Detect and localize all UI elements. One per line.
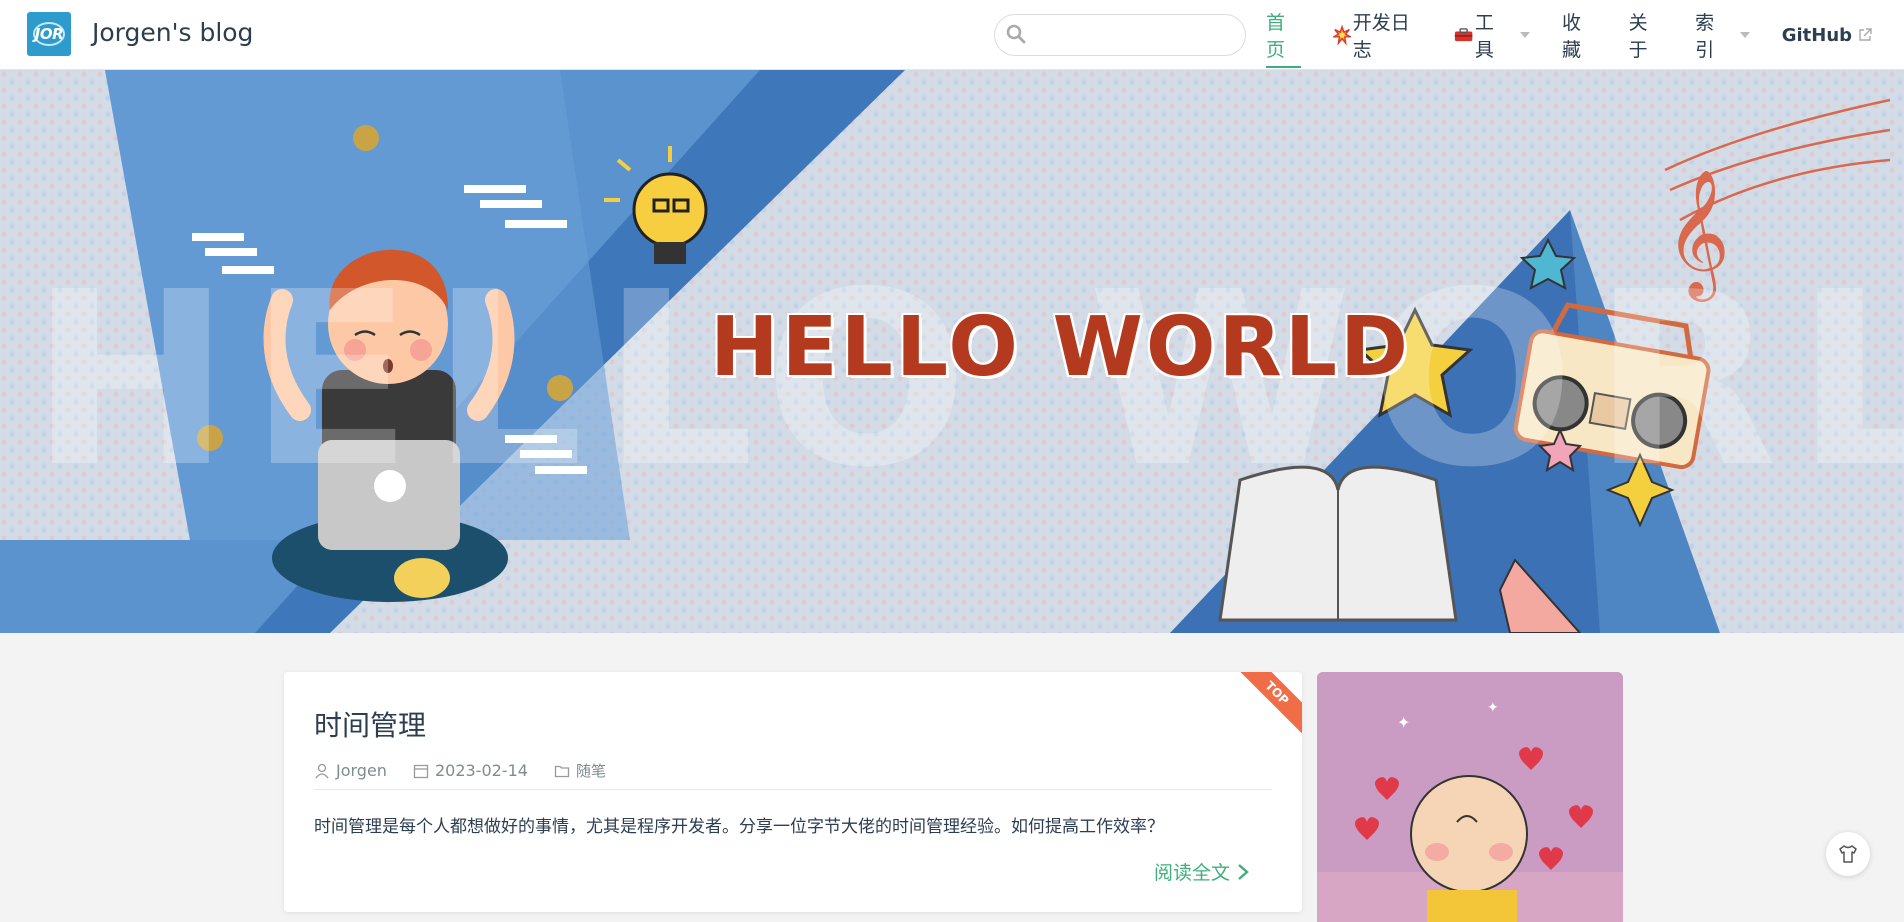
chevron-right-icon [1238, 863, 1249, 880]
user-icon [315, 763, 329, 778]
hero-banner: 𝄞 HELLO WORLD HELLO WORLD [0, 70, 1904, 633]
nav-about[interactable]: 关于 [1629, 0, 1664, 70]
site-logo[interactable]: JOR [27, 12, 71, 56]
post-date: 2023-02-14 [413, 761, 528, 780]
post-meta: Jorgen 2023-02-14 随笔 [314, 760, 632, 781]
nav-tools[interactable]: 工具 [1454, 0, 1531, 70]
sidebar-avatar-card: ✦ ✦ [1317, 672, 1623, 922]
top-badge: TOP [1230, 672, 1302, 740]
calendar-icon [413, 764, 429, 778]
snoopy-charlie-illustration: ✦ ✦ [1317, 672, 1623, 922]
search-icon [1006, 24, 1026, 44]
nav-links: 首页 开发日志 工具 收藏 关于 索引 GitHub [1266, 0, 1904, 70]
shirt-icon [1839, 845, 1857, 863]
folder-icon [554, 765, 570, 777]
chevron-down-icon [1520, 32, 1531, 38]
banner-title: HELLO WORLD [710, 300, 1412, 395]
external-link-icon [1859, 28, 1872, 41]
svg-text:✦: ✦ [1397, 713, 1410, 732]
svg-text:✦: ✦ [1487, 700, 1499, 716]
post-author[interactable]: Jorgen [314, 761, 387, 780]
search-input[interactable] [994, 14, 1246, 56]
post-divider [314, 789, 1272, 790]
post-excerpt: 时间管理是每个人都想做好的事情，尤其是程序开发者。分享一位字节大佬的时间管理经验… [314, 817, 1164, 837]
post-title[interactable]: 时间管理 [314, 704, 426, 744]
nav-devlog[interactable]: 开发日志 [1332, 0, 1422, 70]
post-card: TOP 时间管理 Jorgen 2023-02-14 随笔 时间管理是每个人都想… [284, 672, 1302, 912]
read-more-link[interactable]: 阅读全文 [1154, 858, 1250, 885]
post-category[interactable]: 随笔 [554, 760, 606, 781]
theme-toggle-button[interactable] [1826, 832, 1870, 876]
toolbox-icon [1454, 28, 1472, 42]
collision-icon [1332, 25, 1351, 45]
nav-github[interactable]: GitHub [1782, 0, 1872, 70]
nav-home[interactable]: 首页 [1266, 0, 1301, 70]
site-name[interactable]: Jorgen's blog [92, 18, 253, 47]
chevron-down-icon [1739, 32, 1750, 38]
nav-favorites[interactable]: 收藏 [1562, 0, 1597, 70]
nav-index[interactable]: 索引 [1695, 0, 1750, 70]
navbar: JOR Jorgen's blog 首页 开发日志 工具 收藏 关于 索引 Gi… [0, 0, 1904, 70]
